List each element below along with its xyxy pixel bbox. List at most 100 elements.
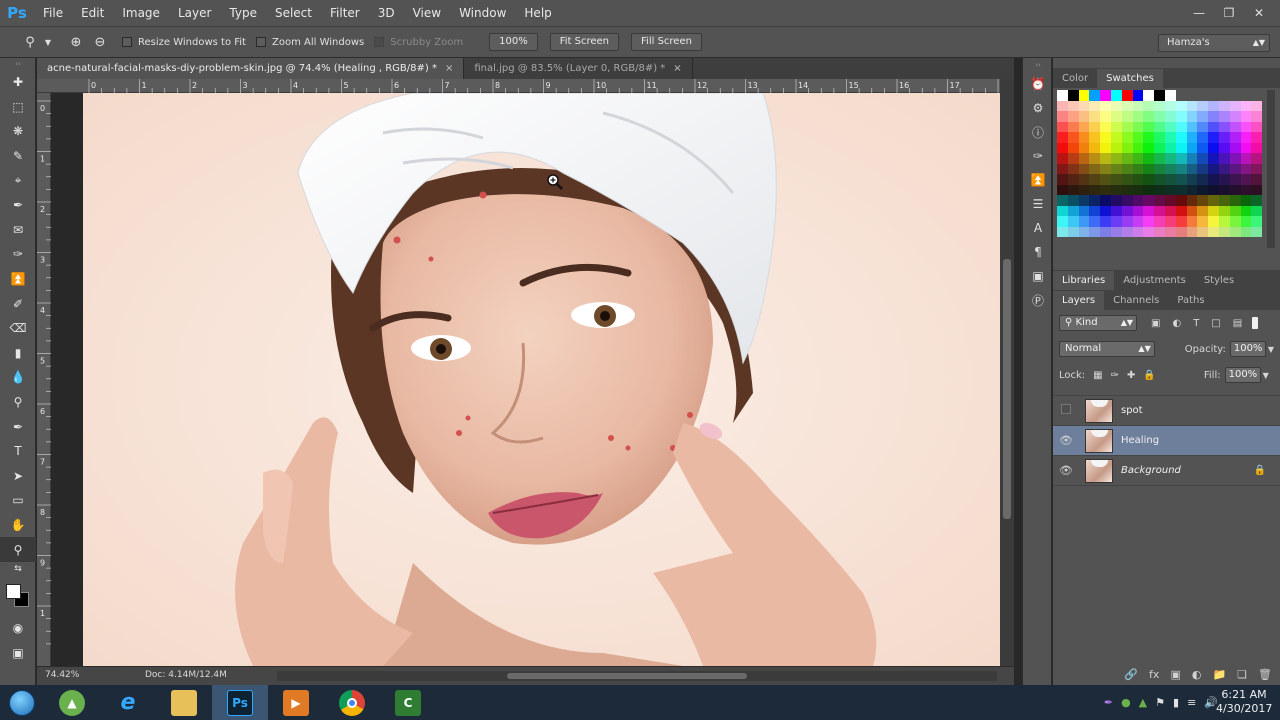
swatch[interactable] (1154, 153, 1165, 164)
swatch[interactable] (1218, 195, 1230, 206)
swatch[interactable] (1143, 195, 1155, 206)
gradient-tool-icon[interactable]: ▮ (0, 341, 36, 366)
layer-kind-filter[interactable]: ⚲ Kind ▲▼ (1059, 315, 1137, 331)
menu-window[interactable]: Window (450, 0, 515, 26)
swatch[interactable] (1186, 100, 1198, 111)
swatch[interactable] (1143, 174, 1155, 185)
swatch[interactable] (1208, 153, 1219, 164)
menu-layer[interactable]: Layer (169, 0, 220, 26)
swatch[interactable] (1208, 121, 1219, 132)
swatch[interactable] (1100, 205, 1111, 216)
swatch[interactable] (1078, 153, 1090, 164)
swatch[interactable] (1229, 142, 1241, 153)
swatch[interactable] (1164, 163, 1176, 174)
swatch[interactable] (1121, 163, 1133, 174)
swatch[interactable] (1089, 142, 1101, 153)
swatch[interactable] (1057, 100, 1068, 111)
network-app-icon[interactable]: ● (1121, 696, 1131, 709)
swatch[interactable] (1110, 90, 1122, 101)
swatch[interactable] (1143, 90, 1155, 101)
tab-adjustments[interactable]: Adjustments (1114, 271, 1195, 290)
swatch[interactable] (1132, 142, 1144, 153)
horizontal-scrollbar[interactable] (277, 671, 997, 681)
swatch[interactable] (1132, 205, 1144, 216)
swatch[interactable] (1132, 153, 1144, 164)
layer-row-background[interactable]: 👁 Background 🔒 (1053, 456, 1280, 486)
swatch[interactable] (1218, 153, 1230, 164)
swatch[interactable] (1251, 226, 1263, 237)
filter-type-icon[interactable]: T (1193, 318, 1199, 329)
menu-type[interactable]: Type (220, 0, 266, 26)
swatch[interactable] (1110, 142, 1122, 153)
swatch[interactable] (1164, 205, 1176, 216)
swatch[interactable] (1240, 121, 1252, 132)
swatch[interactable] (1154, 205, 1165, 216)
marquee-tool-icon[interactable]: ⬚ (0, 95, 36, 120)
swatch[interactable] (1164, 226, 1176, 237)
swatch[interactable] (1164, 153, 1176, 164)
swatch-scrollbar[interactable] (1267, 90, 1275, 248)
new-group-icon[interactable]: 📁 (1212, 668, 1226, 681)
swatch[interactable] (1175, 142, 1187, 153)
swatch[interactable] (1110, 226, 1122, 237)
swatch[interactable] (1078, 100, 1090, 111)
layer-row-healing[interactable]: 👁 Healing (1053, 426, 1280, 456)
swatch[interactable] (1218, 121, 1230, 132)
screen-mode-icon[interactable]: ▣ (0, 640, 36, 665)
layer-style-icon[interactable]: fx (1149, 668, 1159, 681)
swatch[interactable] (1067, 121, 1079, 132)
swatch[interactable] (1229, 184, 1241, 195)
type-tool-icon[interactable]: T (0, 439, 36, 464)
swatch[interactable] (1186, 163, 1198, 174)
swatch[interactable] (1100, 216, 1111, 227)
checkbox-box[interactable] (374, 37, 385, 47)
clone-stamp-tool-icon[interactable]: ⏫ (0, 267, 36, 292)
swatch[interactable] (1121, 132, 1133, 143)
swatch[interactable] (1057, 216, 1068, 227)
swatch[interactable] (1197, 111, 1209, 122)
swatch[interactable] (1057, 163, 1068, 174)
new-layer-icon[interactable]: ❏ (1237, 668, 1247, 681)
filter-shape-icon[interactable]: □ (1211, 318, 1220, 329)
swatch[interactable] (1208, 163, 1219, 174)
swatch[interactable] (1110, 100, 1122, 111)
swatch[interactable] (1089, 205, 1101, 216)
history-panel-icon[interactable]: ⏰ (1023, 72, 1053, 96)
swatch[interactable] (1197, 100, 1209, 111)
canvas-area[interactable] (51, 93, 1000, 666)
swatch[interactable] (1121, 216, 1133, 227)
swatch[interactable] (1164, 174, 1176, 185)
swatch[interactable] (1229, 205, 1241, 216)
brush-panel-icon[interactable]: ✑ (1023, 144, 1053, 168)
lock-image-icon[interactable]: ✑ (1111, 370, 1119, 381)
swatch[interactable] (1251, 184, 1263, 195)
swatch[interactable] (1100, 132, 1111, 143)
zoom-out-icon[interactable]: ⊖ (88, 31, 112, 53)
swatch[interactable] (1078, 174, 1090, 185)
lock-transparent-icon[interactable]: ▦ (1093, 370, 1102, 381)
swatch[interactable] (1132, 90, 1144, 101)
swatch[interactable] (1251, 205, 1263, 216)
swatch[interactable] (1110, 216, 1122, 227)
swatch[interactable] (1078, 195, 1090, 206)
swatch[interactable] (1100, 184, 1111, 195)
swatch[interactable] (1208, 216, 1219, 227)
swatch[interactable] (1057, 195, 1068, 206)
swatch[interactable] (1164, 100, 1176, 111)
swatch[interactable] (1100, 90, 1111, 101)
swatch[interactable] (1164, 216, 1176, 227)
swatch[interactable] (1154, 90, 1165, 101)
eye-icon[interactable]: 👁 (1053, 434, 1079, 447)
swatch[interactable] (1175, 174, 1187, 185)
swatch[interactable] (1154, 132, 1165, 143)
swatch[interactable] (1132, 111, 1144, 122)
swatch[interactable] (1229, 216, 1241, 227)
filter-smart-object-icon[interactable]: ▤ (1233, 318, 1242, 329)
swatch[interactable] (1186, 216, 1198, 227)
swatch[interactable] (1164, 90, 1176, 101)
restore-icon[interactable]: ❐ (1214, 6, 1244, 20)
history-brush-tool-icon[interactable]: ✐ (0, 291, 36, 316)
chevron-down-icon[interactable]: ▼ (1263, 371, 1269, 380)
swatch[interactable] (1143, 205, 1155, 216)
swatch[interactable] (1154, 174, 1165, 185)
